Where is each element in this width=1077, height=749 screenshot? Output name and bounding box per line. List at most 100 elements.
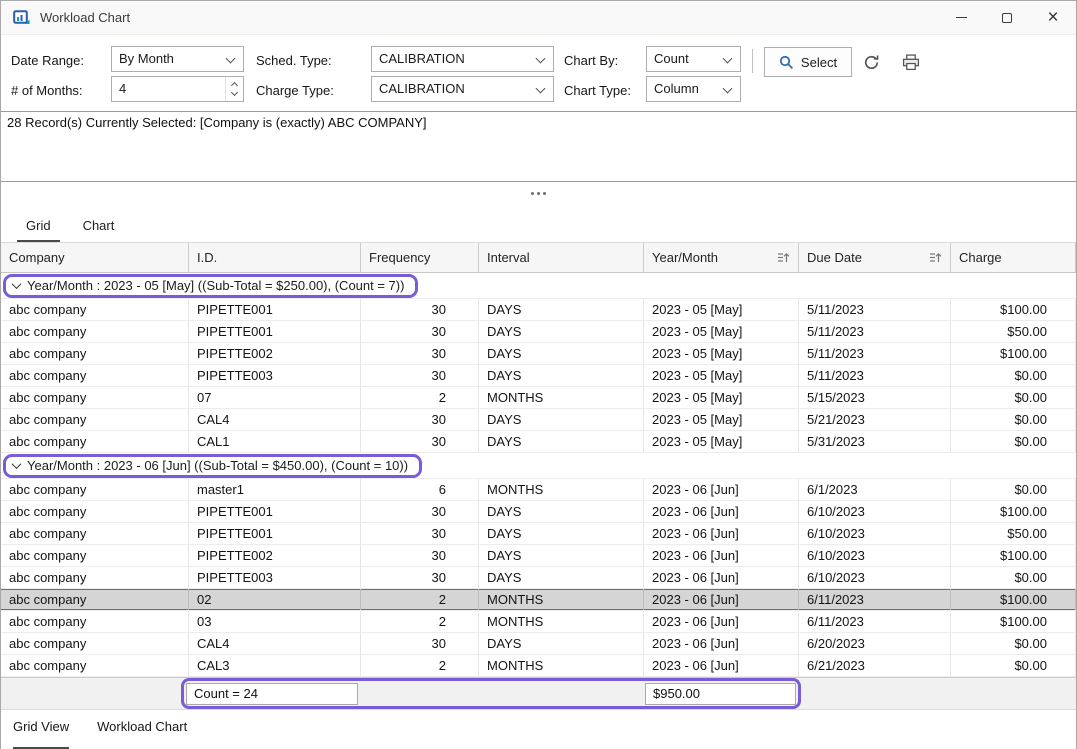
spinner-down-icon[interactable] <box>231 89 238 96</box>
cell: PIPETTE001 <box>189 299 361 320</box>
select-button[interactable]: Select <box>764 47 852 77</box>
table-row[interactable]: abc companyPIPETTE00330DAYS2023 - 06 [Ju… <box>1 567 1076 589</box>
dropdown-arrow-icon <box>226 54 236 64</box>
cell: DAYS <box>479 633 644 654</box>
cell: 02 <box>189 589 361 610</box>
column-header-frequency[interactable]: Frequency <box>361 243 479 272</box>
cell: $100.00 <box>951 545 1076 566</box>
cell: abc company <box>1 655 189 676</box>
table-row[interactable]: abc companyPIPETTE00130DAYS2023 - 05 [Ma… <box>1 299 1076 321</box>
grid-summary-footer: Count = 24 $950.00 <box>1 677 1076 709</box>
column-header-label: Due Date <box>807 250 862 265</box>
table-row[interactable]: abc companyCAL430DAYS2023 - 06 [Jun]6/20… <box>1 633 1076 655</box>
table-row[interactable]: abc companyPIPETTE00130DAYS2023 - 06 [Ju… <box>1 523 1076 545</box>
minimize-button[interactable] <box>938 1 984 34</box>
chevron-down-icon[interactable] <box>12 459 22 469</box>
tab-workload-chart[interactable]: Workload Chart <box>97 719 187 749</box>
splitter-handle[interactable] <box>1 182 1076 204</box>
cell: abc company <box>1 567 189 588</box>
cell: 2023 - 05 [May] <box>644 431 799 452</box>
cell: 6/10/2023 <box>799 545 951 566</box>
annotation-highlight: Year/Month : 2023 - 06 [Jun] ((Sub-Total… <box>3 454 422 478</box>
cell: 2023 - 05 [May] <box>644 387 799 408</box>
annotation-highlight: Count = 24 $950.00 <box>181 678 801 709</box>
cell: MONTHS <box>479 387 644 408</box>
cell: $100.00 <box>951 343 1076 364</box>
table-row[interactable]: abc companyPIPETTE00130DAYS2023 - 06 [Ju… <box>1 501 1076 523</box>
dropdown-arrow-icon <box>723 54 733 64</box>
cell: 30 <box>361 409 479 430</box>
sched-type-value: CALIBRATION <box>379 51 465 66</box>
cell: 6/10/2023 <box>799 567 951 588</box>
cell: PIPETTE001 <box>189 321 361 342</box>
cell: DAYS <box>479 431 644 452</box>
tab-grid[interactable]: Grid <box>17 218 60 242</box>
sort-ascending-icon[interactable] <box>929 251 942 264</box>
cell: 6/11/2023 <box>799 589 951 610</box>
table-row[interactable]: abc company072MONTHS2023 - 05 [May]5/15/… <box>1 387 1076 409</box>
table-row[interactable]: abc companyPIPETTE00130DAYS2023 - 05 [Ma… <box>1 321 1076 343</box>
date-range-dropdown[interactable]: By Month <box>111 46 244 72</box>
tab-chart[interactable]: Chart <box>74 218 124 242</box>
column-header-charge[interactable]: Charge <box>951 243 1076 272</box>
cell: 5/31/2023 <box>799 431 951 452</box>
grid-body: Year/Month : 2023 - 05 [May] ((Sub-Total… <box>1 273 1076 677</box>
footer-count-cell: Count = 24 <box>186 683 358 705</box>
table-row[interactable]: abc company022MONTHS2023 - 06 [Jun]6/11/… <box>1 589 1076 611</box>
cell: 30 <box>361 299 479 320</box>
num-months-stepper[interactable]: 4 <box>111 76 244 102</box>
print-icon[interactable] <box>900 51 922 73</box>
table-row[interactable]: abc companyPIPETTE00230DAYS2023 - 05 [Ma… <box>1 343 1076 365</box>
date-range-label: Date Range: <box>11 53 84 68</box>
close-button[interactable]: × <box>1030 1 1076 34</box>
chart-by-dropdown[interactable]: Count <box>646 46 741 72</box>
chevron-down-icon[interactable] <box>12 279 22 289</box>
cell: CAL4 <box>189 409 361 430</box>
cell: DAYS <box>479 299 644 320</box>
table-row[interactable]: abc companyCAL130DAYS2023 - 05 [May]5/31… <box>1 431 1076 453</box>
cell: 30 <box>361 523 479 544</box>
group-header-row[interactable]: Year/Month : 2023 - 06 [Jun] ((Sub-Total… <box>1 453 1076 479</box>
group-header-row[interactable]: Year/Month : 2023 - 05 [May] ((Sub-Total… <box>1 273 1076 299</box>
group-header-label: Year/Month : 2023 - 06 [Jun] ((Sub-Total… <box>27 458 408 473</box>
sched-type-dropdown[interactable]: CALIBRATION <box>371 46 554 72</box>
table-row[interactable]: abc companyPIPETTE00230DAYS2023 - 06 [Ju… <box>1 545 1076 567</box>
cell: DAYS <box>479 365 644 386</box>
chart-type-value: Column <box>654 81 699 96</box>
table-row[interactable]: abc company032MONTHS2023 - 06 [Jun]6/11/… <box>1 611 1076 633</box>
sort-ascending-icon[interactable] <box>777 251 790 264</box>
table-row[interactable]: abc companymaster16MONTHS2023 - 06 [Jun]… <box>1 479 1076 501</box>
charge-type-dropdown[interactable]: CALIBRATION <box>371 76 554 102</box>
cell: 2023 - 06 [Jun] <box>644 655 799 676</box>
refresh-icon[interactable] <box>860 51 882 73</box>
cell: 03 <box>189 611 361 632</box>
cell: MONTHS <box>479 611 644 632</box>
column-header-interval[interactable]: Interval <box>479 243 644 272</box>
column-header-company[interactable]: Company <box>1 243 189 272</box>
column-header-year-month[interactable]: Year/Month <box>644 243 799 272</box>
selection-summary[interactable]: 28 Record(s) Currently Selected: [Compan… <box>1 111 1076 182</box>
chart-type-dropdown[interactable]: Column <box>646 76 741 102</box>
cell: 30 <box>361 321 479 342</box>
cell: MONTHS <box>479 655 644 676</box>
search-icon <box>779 55 794 70</box>
cell: 07 <box>189 387 361 408</box>
cell: MONTHS <box>479 479 644 500</box>
cell: $0.00 <box>951 431 1076 452</box>
column-header-i-d[interactable]: I.D. <box>189 243 361 272</box>
window-title: Workload Chart <box>40 10 130 25</box>
cell: $100.00 <box>951 589 1076 610</box>
column-header-label: I.D. <box>197 250 217 265</box>
tab-grid-view[interactable]: Grid View <box>13 719 69 749</box>
table-row[interactable]: abc companyPIPETTE00330DAYS2023 - 05 [Ma… <box>1 365 1076 387</box>
cell: abc company <box>1 611 189 632</box>
table-row[interactable]: abc companyCAL32MONTHS2023 - 06 [Jun]6/2… <box>1 655 1076 677</box>
cell: 6/1/2023 <box>799 479 951 500</box>
cell: PIPETTE003 <box>189 365 361 386</box>
cell: 2 <box>361 589 479 610</box>
table-row[interactable]: abc companyCAL430DAYS2023 - 05 [May]5/21… <box>1 409 1076 431</box>
maximize-button[interactable] <box>984 1 1030 34</box>
cell: CAL4 <box>189 633 361 654</box>
cell: 6/21/2023 <box>799 655 951 676</box>
column-header-due-date[interactable]: Due Date <box>799 243 951 272</box>
